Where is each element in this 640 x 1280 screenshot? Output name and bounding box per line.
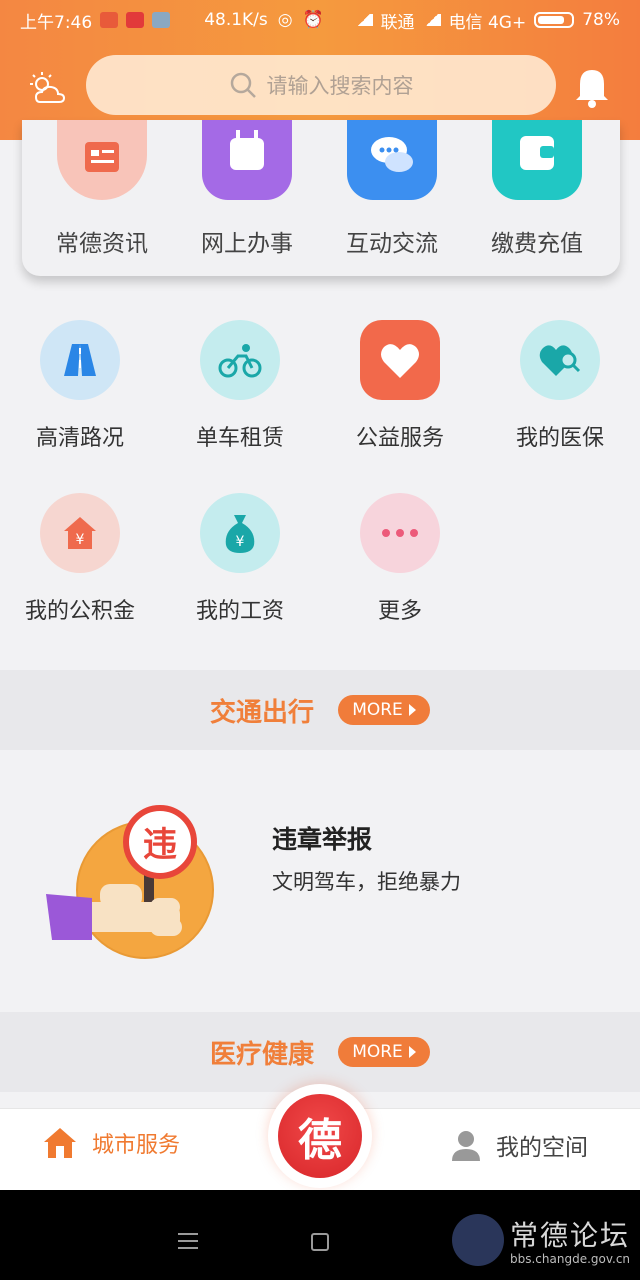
home-square-icon[interactable] <box>311 1233 329 1251</box>
service-housing-fund-label: 我的公积金 <box>24 599 135 624</box>
section-traffic-header: 交通出行 MORE <box>0 670 640 750</box>
status-bar: 上午7:46 48.1K/s ◎ ⏰ 联通 电信 4G+ 78% <box>0 0 640 40</box>
menu-icon[interactable] <box>178 1233 198 1249</box>
more-dots-icon <box>360 493 440 573</box>
service-online-affairs[interactable]: 网上办事 <box>177 120 317 258</box>
chat-icon <box>347 120 437 200</box>
bell-icon[interactable] <box>572 66 612 110</box>
wallet-icon <box>492 120 582 200</box>
svg-text:¥: ¥ <box>76 532 85 548</box>
forum-watermark: 常德论坛 bbs.changde.gov.cn <box>452 1214 632 1274</box>
home-icon <box>44 1128 76 1158</box>
bike-icon <box>200 320 280 400</box>
calendar-icon <box>202 120 292 200</box>
service-medical-insurance[interactable]: 我的医保 <box>480 320 640 452</box>
svg-text:¥: ¥ <box>236 534 245 550</box>
service-payment-label: 缴费充值 <box>491 231 583 257</box>
signal-icon-2 <box>422 14 441 26</box>
battery-level: 78% <box>582 10 620 30</box>
app-notification-icon <box>100 12 119 28</box>
search-input[interactable]: 请输入搜索内容 <box>86 55 556 115</box>
fund-house-icon: ¥ <box>40 493 120 573</box>
road-icon <box>40 320 120 400</box>
signal-icon <box>354 14 373 26</box>
tab-my-space[interactable]: 我的空间 <box>450 1128 588 1162</box>
carrier-1: 联通 <box>380 12 415 33</box>
top-services-card: 常德资讯 网上办事 互动交流 缴费充值 <box>22 120 620 276</box>
service-news-label: 常德资讯 <box>56 231 148 257</box>
promo-title: 违章举报 <box>272 825 373 854</box>
watermark-text: 常德论坛 <box>510 1219 631 1252</box>
tab-city-services[interactable]: 城市服务 <box>42 1126 180 1160</box>
service-news[interactable]: 常德资讯 <box>32 120 172 258</box>
watermark-url: bbs.changde.gov.cn <box>510 1252 631 1266</box>
user-icon <box>452 1131 480 1161</box>
battery-icon <box>534 12 575 28</box>
tab-my-space-label: 我的空间 <box>496 1135 588 1161</box>
heart-icon <box>360 320 440 400</box>
service-road-condition[interactable]: 高清路况 <box>0 320 160 452</box>
service-bike-rental-label: 单车租赁 <box>195 426 284 451</box>
service-charity-label: 公益服务 <box>355 426 444 451</box>
search-icon <box>230 72 256 98</box>
service-charity[interactable]: 公益服务 <box>320 320 480 452</box>
medical-search-icon <box>520 320 600 400</box>
thumbs-up-report-illustration <box>46 805 214 959</box>
hotspot-icon: ◎ <box>277 10 293 30</box>
violation-badge-text: 违 <box>143 825 177 865</box>
message-notification-icon <box>152 12 171 28</box>
money-bag-icon: ¥ <box>200 493 280 573</box>
news-notification-icon <box>126 12 145 28</box>
chevron-right-icon <box>408 1046 416 1058</box>
service-salary-label: 我的工资 <box>195 599 284 624</box>
health-more-label: MORE <box>352 1042 403 1062</box>
service-road-condition-label: 高清路况 <box>35 426 124 451</box>
promo-subtitle: 文明驾车，拒绝暴力 <box>272 870 461 894</box>
service-more-label: 更多 <box>377 599 422 624</box>
carrier-2: 电信 4G+ <box>448 12 527 33</box>
section-health-title: 医疗健康 <box>209 1039 314 1070</box>
search-placeholder: 请输入搜索内容 <box>266 74 414 98</box>
service-bike-rental[interactable]: 单车租赁 <box>160 320 320 452</box>
weather-icon[interactable] <box>28 70 68 110</box>
alarm-icon: ⏰ <box>302 10 324 30</box>
service-payment[interactable]: 缴费充值 <box>467 120 607 258</box>
service-more[interactable]: 更多 <box>320 493 480 625</box>
service-interaction[interactable]: 互动交流 <box>322 120 462 258</box>
section-traffic-title: 交通出行 <box>209 697 314 728</box>
traffic-more-button[interactable]: MORE <box>338 695 430 725</box>
center-button-label: 德 <box>298 1115 342 1166</box>
center-home-button[interactable]: 德 <box>278 1094 362 1178</box>
service-interaction-label: 互动交流 <box>346 231 438 257</box>
service-housing-fund[interactable]: ¥ 我的公积金 <box>0 493 160 625</box>
section-health-header: 医疗健康 MORE <box>0 1012 640 1092</box>
tab-city-services-label: 城市服务 <box>92 1133 181 1158</box>
traffic-more-label: MORE <box>352 700 403 720</box>
service-online-affairs-label: 网上办事 <box>201 231 293 257</box>
service-medical-insurance-label: 我的医保 <box>515 426 604 451</box>
network-speed: 48.1K/s <box>204 10 268 30</box>
service-salary[interactable]: ¥ 我的工资 <box>160 493 320 625</box>
forum-logo-icon <box>452 1214 504 1266</box>
news-icon <box>57 120 147 200</box>
health-more-button[interactable]: MORE <box>338 1037 430 1067</box>
chevron-right-icon <box>408 704 416 716</box>
status-time: 上午7:46 <box>20 12 93 33</box>
